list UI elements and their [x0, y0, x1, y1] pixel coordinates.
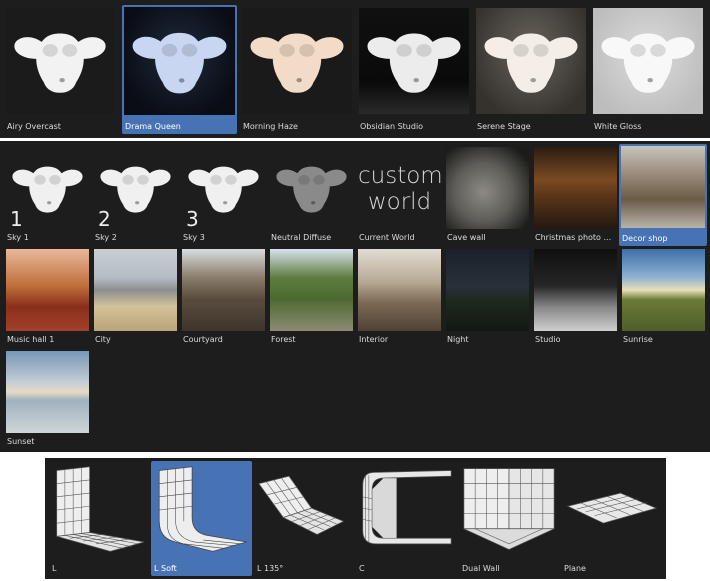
backdrop-l-thumbnail	[51, 463, 147, 557]
preset-label: Morning Haze	[243, 122, 298, 131]
current-world-thumbnail: custom world	[358, 147, 441, 229]
sky-1-thumbnail: 1	[6, 147, 89, 229]
preset-label: Obsidian Studio	[360, 122, 424, 131]
preset-label: Serene Stage	[477, 122, 531, 131]
world-current-world[interactable]: custom world Current World	[356, 145, 443, 245]
sunset-thumbnail	[6, 351, 89, 433]
world-christmas-photo[interactable]: Christmas photo ...	[532, 145, 619, 245]
preset-label: Sunrise	[623, 335, 653, 344]
backdrop-l-soft-thumbnail	[153, 463, 250, 557]
decor-shop-thumbnail	[621, 146, 705, 228]
preset-label: Drama Queen	[125, 122, 181, 131]
world-studio[interactable]: Studio	[532, 247, 619, 347]
preset-label: Forest	[271, 335, 296, 344]
preset-label: Dual Wall	[462, 564, 500, 573]
backdrop-l-135-thumbnail	[256, 463, 352, 557]
white-gloss-thumbnail	[593, 8, 703, 114]
world-decor-shop[interactable]: Decor shop	[619, 144, 707, 246]
world-neutral-diffuse[interactable]: Neutral Diffuse	[268, 145, 355, 245]
world-night[interactable]: Night	[444, 247, 531, 347]
obsidian-studio-thumbnail	[359, 8, 469, 114]
world-cave-wall[interactable]: Cave wall	[444, 145, 531, 245]
preset-label: Airy Overcast	[7, 122, 61, 131]
music-hall-thumbnail	[6, 249, 89, 331]
preset-airy-overcast[interactable]: Airy Overcast	[4, 6, 116, 134]
morning-haze-thumbnail	[242, 8, 352, 114]
preset-label: City	[95, 335, 111, 344]
world-city[interactable]: City	[92, 247, 179, 347]
preset-label: Interior	[359, 335, 389, 344]
preset-label: Sky 3	[183, 233, 205, 242]
forest-thumbnail	[270, 249, 353, 331]
world-forest[interactable]: Forest	[268, 247, 355, 347]
preset-label: Cave wall	[447, 233, 486, 242]
preset-label: Courtyard	[183, 335, 223, 344]
world-presets-panel: 1 Sky 1 2 Sky 2 3 Sky 3 Neutral Diffuse …	[0, 141, 710, 452]
sky-number: 3	[186, 207, 199, 229]
drama-queen-thumbnail	[124, 7, 235, 115]
preset-label: L Soft	[154, 564, 177, 573]
sky-2-thumbnail: 2	[94, 147, 177, 229]
preset-label: C	[359, 564, 365, 573]
world-music-hall-1[interactable]: Music hall 1	[4, 247, 91, 347]
backdrop-dual-wall-thumbnail	[461, 463, 557, 557]
sky-number: 1	[10, 207, 23, 229]
night-thumbnail	[446, 249, 529, 331]
backdrop-dual-wall[interactable]: Dual Wall	[459, 461, 559, 576]
custom-world-text: custom world	[358, 163, 441, 215]
preset-label: White Gloss	[594, 122, 642, 131]
world-sunrise[interactable]: Sunrise	[620, 247, 707, 347]
sky-number: 2	[98, 207, 111, 229]
backdrop-presets-panel: L L Soft L 135° C Dual Wall Plane	[45, 458, 666, 579]
world-sky-3[interactable]: 3 Sky 3	[180, 145, 267, 245]
preset-label: Night	[447, 335, 469, 344]
serene-stage-thumbnail	[476, 8, 586, 114]
backdrop-l-soft[interactable]: L Soft	[151, 461, 252, 576]
cave-wall-thumbnail	[446, 147, 529, 229]
backdrop-c[interactable]: C	[356, 461, 456, 576]
world-courtyard[interactable]: Courtyard	[180, 247, 267, 347]
preset-label: Music hall 1	[7, 335, 55, 344]
preset-morning-haze[interactable]: Morning Haze	[240, 6, 354, 134]
courtyard-thumbnail	[182, 249, 265, 331]
preset-label: Christmas photo ...	[535, 233, 612, 242]
backdrop-l[interactable]: L	[49, 461, 149, 576]
neutral-diffuse-thumbnail	[270, 147, 353, 229]
preset-label: Studio	[535, 335, 561, 344]
preset-label: Neutral Diffuse	[271, 233, 332, 242]
airy-overcast-thumbnail	[6, 8, 114, 114]
world-sky-1[interactable]: 1 Sky 1	[4, 145, 91, 245]
studio-presets-panel: Airy Overcast Drama Queen Morning Haze O…	[0, 0, 710, 138]
sky-3-thumbnail: 3	[182, 147, 265, 229]
preset-label: Current World	[359, 233, 415, 242]
preset-drama-queen[interactable]: Drama Queen	[122, 5, 237, 134]
preset-white-gloss[interactable]: White Gloss	[591, 6, 705, 134]
studio-thumbnail	[534, 249, 617, 331]
interior-thumbnail	[358, 249, 441, 331]
preset-label: L	[52, 564, 57, 573]
preset-label: L 135°	[257, 564, 284, 573]
world-sky-2[interactable]: 2 Sky 2	[92, 145, 179, 245]
backdrop-c-thumbnail	[358, 463, 454, 557]
backdrop-l-135[interactable]: L 135°	[254, 461, 354, 576]
preset-label: Decor shop	[622, 234, 668, 243]
world-sunset[interactable]: Sunset	[4, 349, 91, 449]
preset-label: Sky 1	[7, 233, 29, 242]
christmas-photo-thumbnail	[534, 147, 617, 229]
preset-label: Sunset	[7, 437, 35, 446]
world-interior[interactable]: Interior	[356, 247, 443, 347]
preset-obsidian-studio[interactable]: Obsidian Studio	[357, 6, 471, 134]
backdrop-plane-thumbnail	[563, 463, 659, 557]
sunrise-thumbnail	[622, 249, 705, 331]
preset-label: Sky 2	[95, 233, 117, 242]
backdrop-plane[interactable]: Plane	[561, 461, 661, 576]
preset-serene-stage[interactable]: Serene Stage	[474, 6, 588, 134]
preset-label: Plane	[564, 564, 586, 573]
city-thumbnail	[94, 249, 177, 331]
